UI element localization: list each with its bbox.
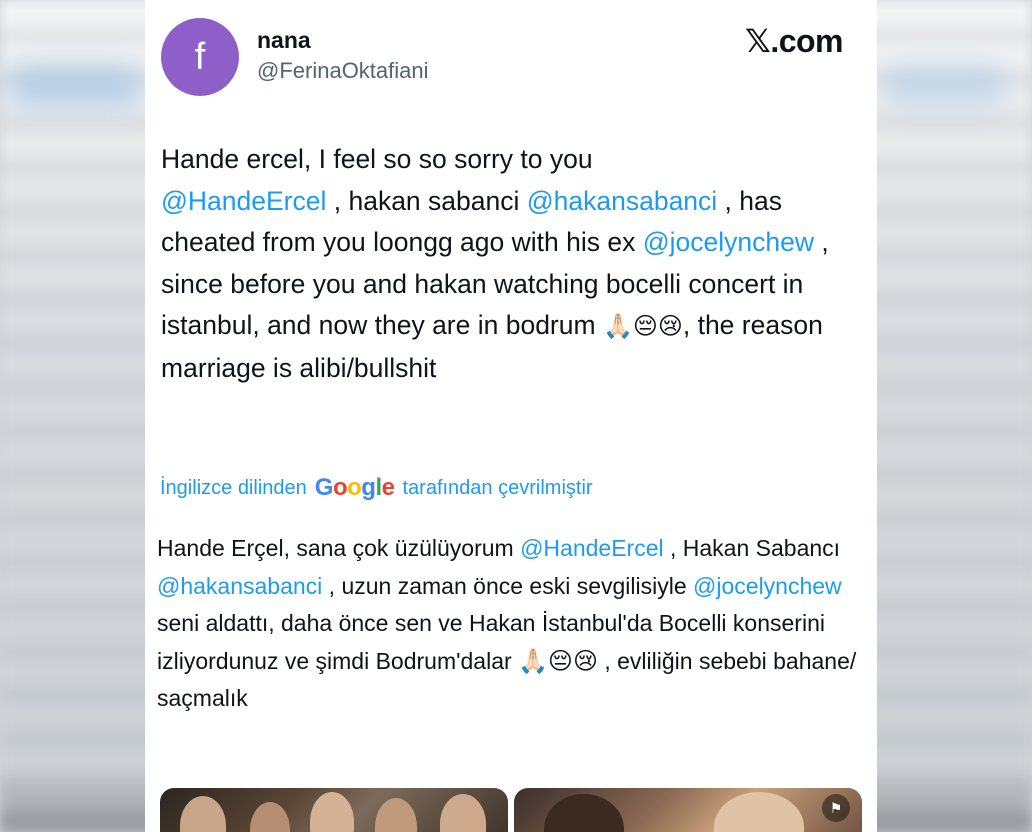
translation-notice[interactable]: İngilizce dilinden Google tarafından çev… <box>160 474 593 502</box>
translated-text: Hande Erçel, sana çok üzülüyorum @HandeE… <box>157 530 867 718</box>
mention-link[interactable]: @jocelynchew <box>693 573 842 599</box>
emoji-group: 🙏🏻😔😢 <box>602 313 683 340</box>
photo-person <box>544 794 624 832</box>
background-blur-highlight <box>10 66 140 106</box>
emoji-group: 🙏🏻😔😢 <box>518 647 598 675</box>
tweet-card: f nana @FerinaOktafiani 𝕏.com Hande erce… <box>145 0 877 832</box>
translation-prefix: İngilizce dilinden <box>160 476 307 499</box>
background-blur-highlight <box>884 66 1004 106</box>
photo-person <box>250 802 290 832</box>
google-logo: Google <box>314 474 395 501</box>
flag-icon[interactable]: ⚑ <box>822 794 850 822</box>
x-logo: 𝕏.com <box>745 23 843 59</box>
avatar-letter: f <box>194 35 206 78</box>
author-name[interactable]: nana <box>257 27 311 54</box>
mention-link[interactable]: @HandeErcel <box>161 186 326 216</box>
translated-text-part: Hande Erçel, sana çok üzülüyorum <box>157 535 521 561</box>
tweet-text: Hande ercel, I feel so so sorry to you @H… <box>161 139 861 389</box>
photo-person <box>310 792 354 832</box>
translated-text-part: , Hakan Sabancı <box>663 535 841 561</box>
tweet-text-part: Hande ercel, I feel so so sorry to you <box>161 144 593 174</box>
mention-link[interactable]: @HandeErcel <box>520 535 664 561</box>
mention-link[interactable]: @hakansabanci <box>527 186 717 216</box>
tweet-text-part: , hakan sabanci <box>326 185 527 216</box>
avatar[interactable]: f <box>161 18 239 96</box>
mention-link[interactable]: @jocelynchew <box>643 227 814 257</box>
media-photo-right[interactable]: ⚑ <box>514 788 862 832</box>
photo-person <box>440 794 486 832</box>
photo-person <box>180 796 226 832</box>
translated-text-part: , uzun zaman önce eski sevgilisiyle <box>322 572 694 599</box>
mention-link[interactable]: @hakansabanci <box>157 573 322 599</box>
media-photo-left[interactable] <box>160 788 508 832</box>
translation-suffix: tarafından çevrilmiştir <box>402 476 593 499</box>
photo-person <box>714 792 804 832</box>
author-handle[interactable]: @FerinaOktafiani <box>257 58 429 84</box>
photo-person <box>375 798 417 832</box>
